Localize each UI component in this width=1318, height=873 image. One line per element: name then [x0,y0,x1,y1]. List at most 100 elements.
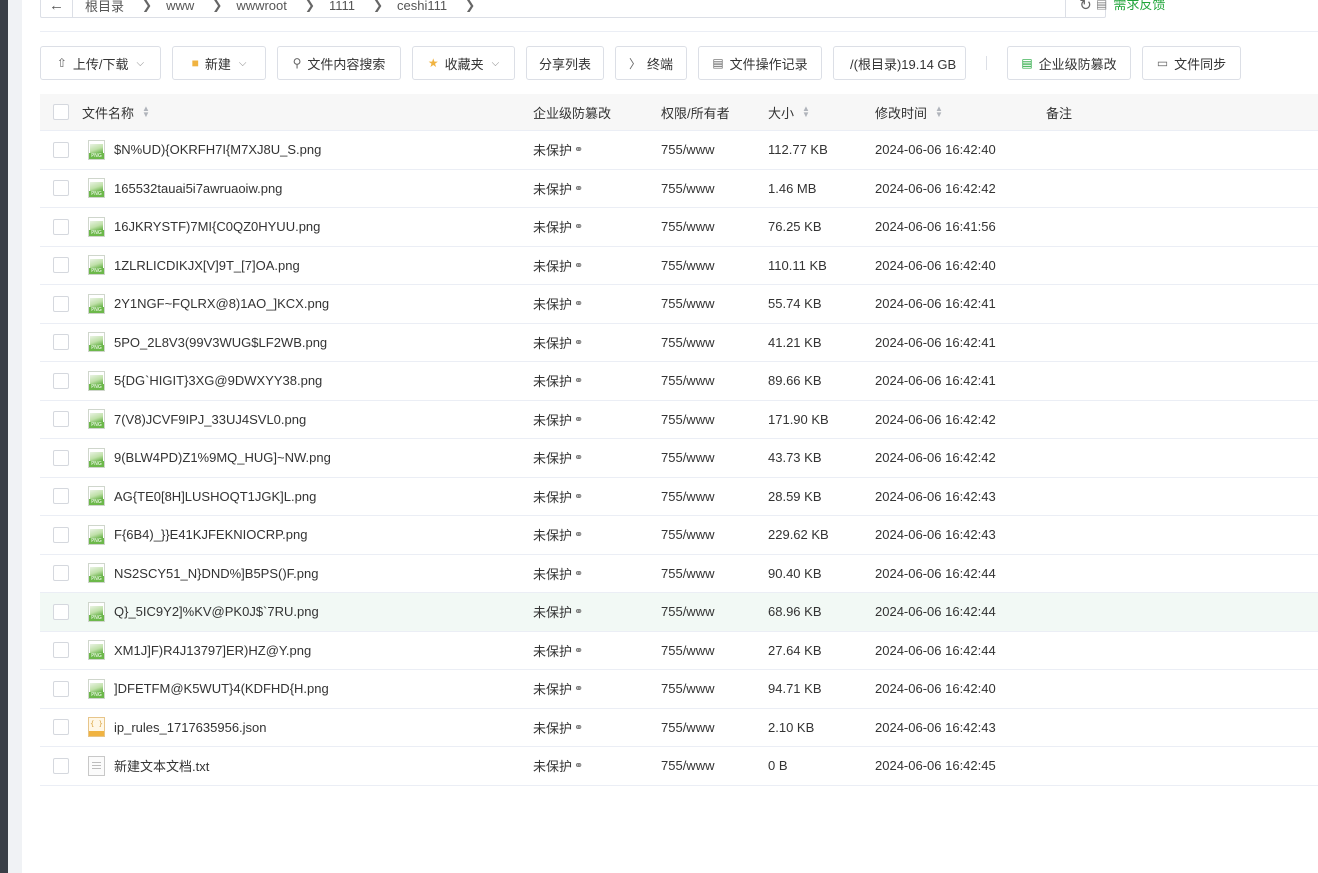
file-name-cell[interactable]: F{6B4)_}}E41KJFEKNIOCRP.png [82,524,533,545]
breadcrumb-item-root[interactable]: 根目录 [85,0,124,15]
table-row[interactable]: AG{TE0[8H]LUSHOQT1JGK]L.png未保护⚭755/www28… [40,478,1318,516]
row-checkbox[interactable] [53,218,69,235]
feedback-link[interactable]: ▤ 需求反馈 [1096,0,1165,13]
new-button[interactable]: ■ 新建 ⌵ [172,46,266,80]
permission-cell[interactable]: 755/www [661,181,768,196]
back-button[interactable]: ← [40,0,73,18]
file-name-cell[interactable]: XM1J]F)R4J13797]ER)HZ@Y.png [82,640,533,661]
table-row[interactable]: ]DFETFM@K5WUT}4(KDFHD{H.png未保护⚭755/www94… [40,670,1318,709]
protect-status-cell[interactable]: 未保护 ⚭ [533,410,661,429]
file-name[interactable]: 新建文本文档.txt [114,756,209,775]
table-row[interactable]: 5{DG`HIGIT}3XG@9DWXYY38.png未保护⚭755/www89… [40,362,1318,401]
file-name-cell[interactable]: 16JKRYSTF)7MI{C0QZ0HYUU.png [82,216,533,237]
breadcrumb-item-wwwroot[interactable]: wwwroot [236,0,287,13]
file-name[interactable]: ip_rules_1717635956.json [114,720,267,735]
file-name-cell[interactable]: 新建文本文档.txt [82,755,533,776]
file-name[interactable]: 1ZLRLICDIKJX[V]9T_[7]OA.png [114,258,300,273]
permission-cell[interactable]: 755/www [661,681,768,696]
protect-status-cell[interactable]: 未保护 ⚭ [533,525,661,544]
protect-status-cell[interactable]: 未保护 ⚭ [533,679,661,698]
file-name-cell[interactable]: 7(V8)JCVF9IPJ_33UJ4SVL0.png [82,409,533,430]
file-name[interactable]: 5PO_2L8V3(99V3WUG$LF2WB.png [114,335,327,350]
permission-cell[interactable]: 755/www [661,758,768,773]
content-search-button[interactable]: ⚲ 文件内容搜索 [277,46,401,80]
file-name-cell[interactable]: 2Y1NGF~FQLRX@8)1AO_]KCX.png [82,293,533,314]
file-sync-button[interactable]: ▭ 文件同步 [1142,46,1241,80]
table-row[interactable]: 5PO_2L8V3(99V3WUG$LF2WB.png未保护⚭755/www41… [40,324,1318,362]
favorites-button[interactable]: ★ 收藏夹 ⌵ [412,46,515,80]
protect-status-cell[interactable]: 未保护 ⚭ [533,602,661,621]
permission-cell[interactable]: 755/www [661,643,768,658]
file-name[interactable]: NS2SCY51_N}DND%]B5PS()F.png [114,566,318,581]
table-row[interactable]: 16JKRYSTF)7MI{C0QZ0HYUU.png未保护⚭755/www76… [40,208,1318,247]
protect-status-cell[interactable]: 未保护 ⚭ [533,371,661,390]
select-all-checkbox[interactable] [53,104,69,120]
permission-cell[interactable]: 755/www [661,566,768,581]
breadcrumb-item-ceshi111[interactable]: ceshi111 [397,0,447,13]
table-row[interactable]: XM1J]F)R4J13797]ER)HZ@Y.png未保护⚭755/www27… [40,632,1318,670]
breadcrumb-item-www[interactable]: www [166,0,194,13]
file-name[interactable]: 16JKRYSTF)7MI{C0QZ0HYUU.png [114,219,320,234]
permission-cell[interactable]: 755/www [661,527,768,542]
table-row[interactable]: NS2SCY51_N}DND%]B5PS()F.png未保护⚭755/www90… [40,555,1318,593]
file-name[interactable]: Q}_5IC9Y2]%KV@PK0J$`7RU.png [114,604,319,619]
protect-status-cell[interactable]: 未保护 ⚭ [533,294,661,313]
row-checkbox[interactable] [53,757,69,774]
protect-status-cell[interactable]: 未保护 ⚭ [533,448,661,467]
row-checkbox[interactable] [53,449,69,466]
file-name[interactable]: 2Y1NGF~FQLRX@8)1AO_]KCX.png [114,296,329,311]
file-name[interactable]: $N%UD){OKRFH7I{M7XJ8U_S.png [114,142,321,157]
row-checkbox[interactable] [53,372,69,389]
table-row[interactable]: 新建文本文档.txt 未保护 ⚭ 755/www 0 B 2024-06-06 16:42… [40,747,1318,786]
permission-cell[interactable]: 755/www [661,412,768,427]
row-checkbox[interactable] [53,603,69,620]
permission-cell[interactable]: 755/www [661,373,768,388]
row-checkbox[interactable] [53,719,69,736]
row-checkbox[interactable] [53,488,69,505]
file-name[interactable]: 5{DG`HIGIT}3XG@9DWXYY38.png [114,373,322,388]
file-name-cell[interactable]: 5PO_2L8V3(99V3WUG$LF2WB.png [82,332,533,353]
breadcrumb[interactable]: 根目录 ❯ www ❯ wwwroot ❯ 1111 ❯ ceshi111 ❯ [73,0,1066,18]
operation-log-button[interactable]: ▤ 文件操作记录 [698,46,822,80]
upload-download-button[interactable]: ⇧ 上传/下载 ⌵ [40,46,161,80]
permission-cell[interactable]: 755/www [661,604,768,619]
table-row[interactable]: $N%UD){OKRFH7I{M7XJ8U_S.png未保护⚭755/www11… [40,131,1318,170]
permission-cell[interactable]: 755/www [661,489,768,504]
protect-status-cell[interactable]: 未保护 ⚭ [533,641,661,660]
column-mtime[interactable]: 修改时间 ▲ ▼ [875,103,1046,122]
file-name-cell[interactable]: ]DFETFM@K5WUT}4(KDFHD{H.png [82,678,533,699]
table-row[interactable]: 9(BLW4PD)Z1%9MQ_HUG]~NW.png未保护⚭755/www43… [40,439,1318,478]
file-name-cell[interactable]: $N%UD){OKRFH7I{M7XJ8U_S.png [82,139,533,160]
terminal-button[interactable]: 〉 终端 [615,46,687,80]
file-name[interactable]: F{6B4)_}}E41KJFEKNIOCRP.png [114,527,307,542]
row-checkbox[interactable] [53,295,69,312]
file-name-cell[interactable]: AG{TE0[8H]LUSHOQT1JGK]L.png [82,486,533,507]
protect-status-cell[interactable]: 未保护 ⚭ [533,217,661,236]
permission-cell[interactable]: 755/www [661,142,768,157]
table-row[interactable]: 165532tauai5i7awruaoiw.png未保护⚭755/www1.4… [40,170,1318,208]
row-checkbox[interactable] [53,257,69,274]
file-name-cell[interactable]: 5{DG`HIGIT}3XG@9DWXYY38.png [82,370,533,391]
table-row[interactable]: 7(V8)JCVF9IPJ_33UJ4SVL0.png未保护⚭755/www17… [40,401,1318,439]
file-name-cell[interactable]: ip_rules_1717635956.json [82,717,533,738]
protect-status-cell[interactable]: 未保护 ⚭ [533,333,661,352]
protect-status-cell[interactable]: 未保护 ⚭ [533,487,661,506]
disk-usage-button[interactable]: /(根目录)19.14 GB [833,46,966,80]
share-list-button[interactable]: 分享列表 [526,46,604,80]
row-checkbox[interactable] [53,565,69,582]
protect-status-cell[interactable]: 未保护 ⚭ [533,256,661,275]
protect-status-cell[interactable]: 未保护 ⚭ [533,718,661,737]
column-size[interactable]: 大小 ▲ ▼ [768,103,875,122]
protect-status-cell[interactable]: 未保护 ⚭ [533,564,661,583]
table-row[interactable]: 1ZLRLICDIKJX[V]9T_[7]OA.png未保护⚭755/www11… [40,247,1318,285]
permission-cell[interactable]: 755/www [661,450,768,465]
row-checkbox[interactable] [53,411,69,428]
file-name[interactable]: 9(BLW4PD)Z1%9MQ_HUG]~NW.png [114,450,331,465]
permission-cell[interactable]: 755/www [661,296,768,311]
file-name[interactable]: 165532tauai5i7awruaoiw.png [114,181,282,196]
file-name-cell[interactable]: Q}_5IC9Y2]%KV@PK0J$`7RU.png [82,601,533,622]
permission-cell[interactable]: 755/www [661,219,768,234]
permission-cell[interactable]: 755/www [661,258,768,273]
table-row[interactable]: 2Y1NGF~FQLRX@8)1AO_]KCX.png未保护⚭755/www55… [40,285,1318,324]
file-name[interactable]: XM1J]F)R4J13797]ER)HZ@Y.png [114,643,311,658]
